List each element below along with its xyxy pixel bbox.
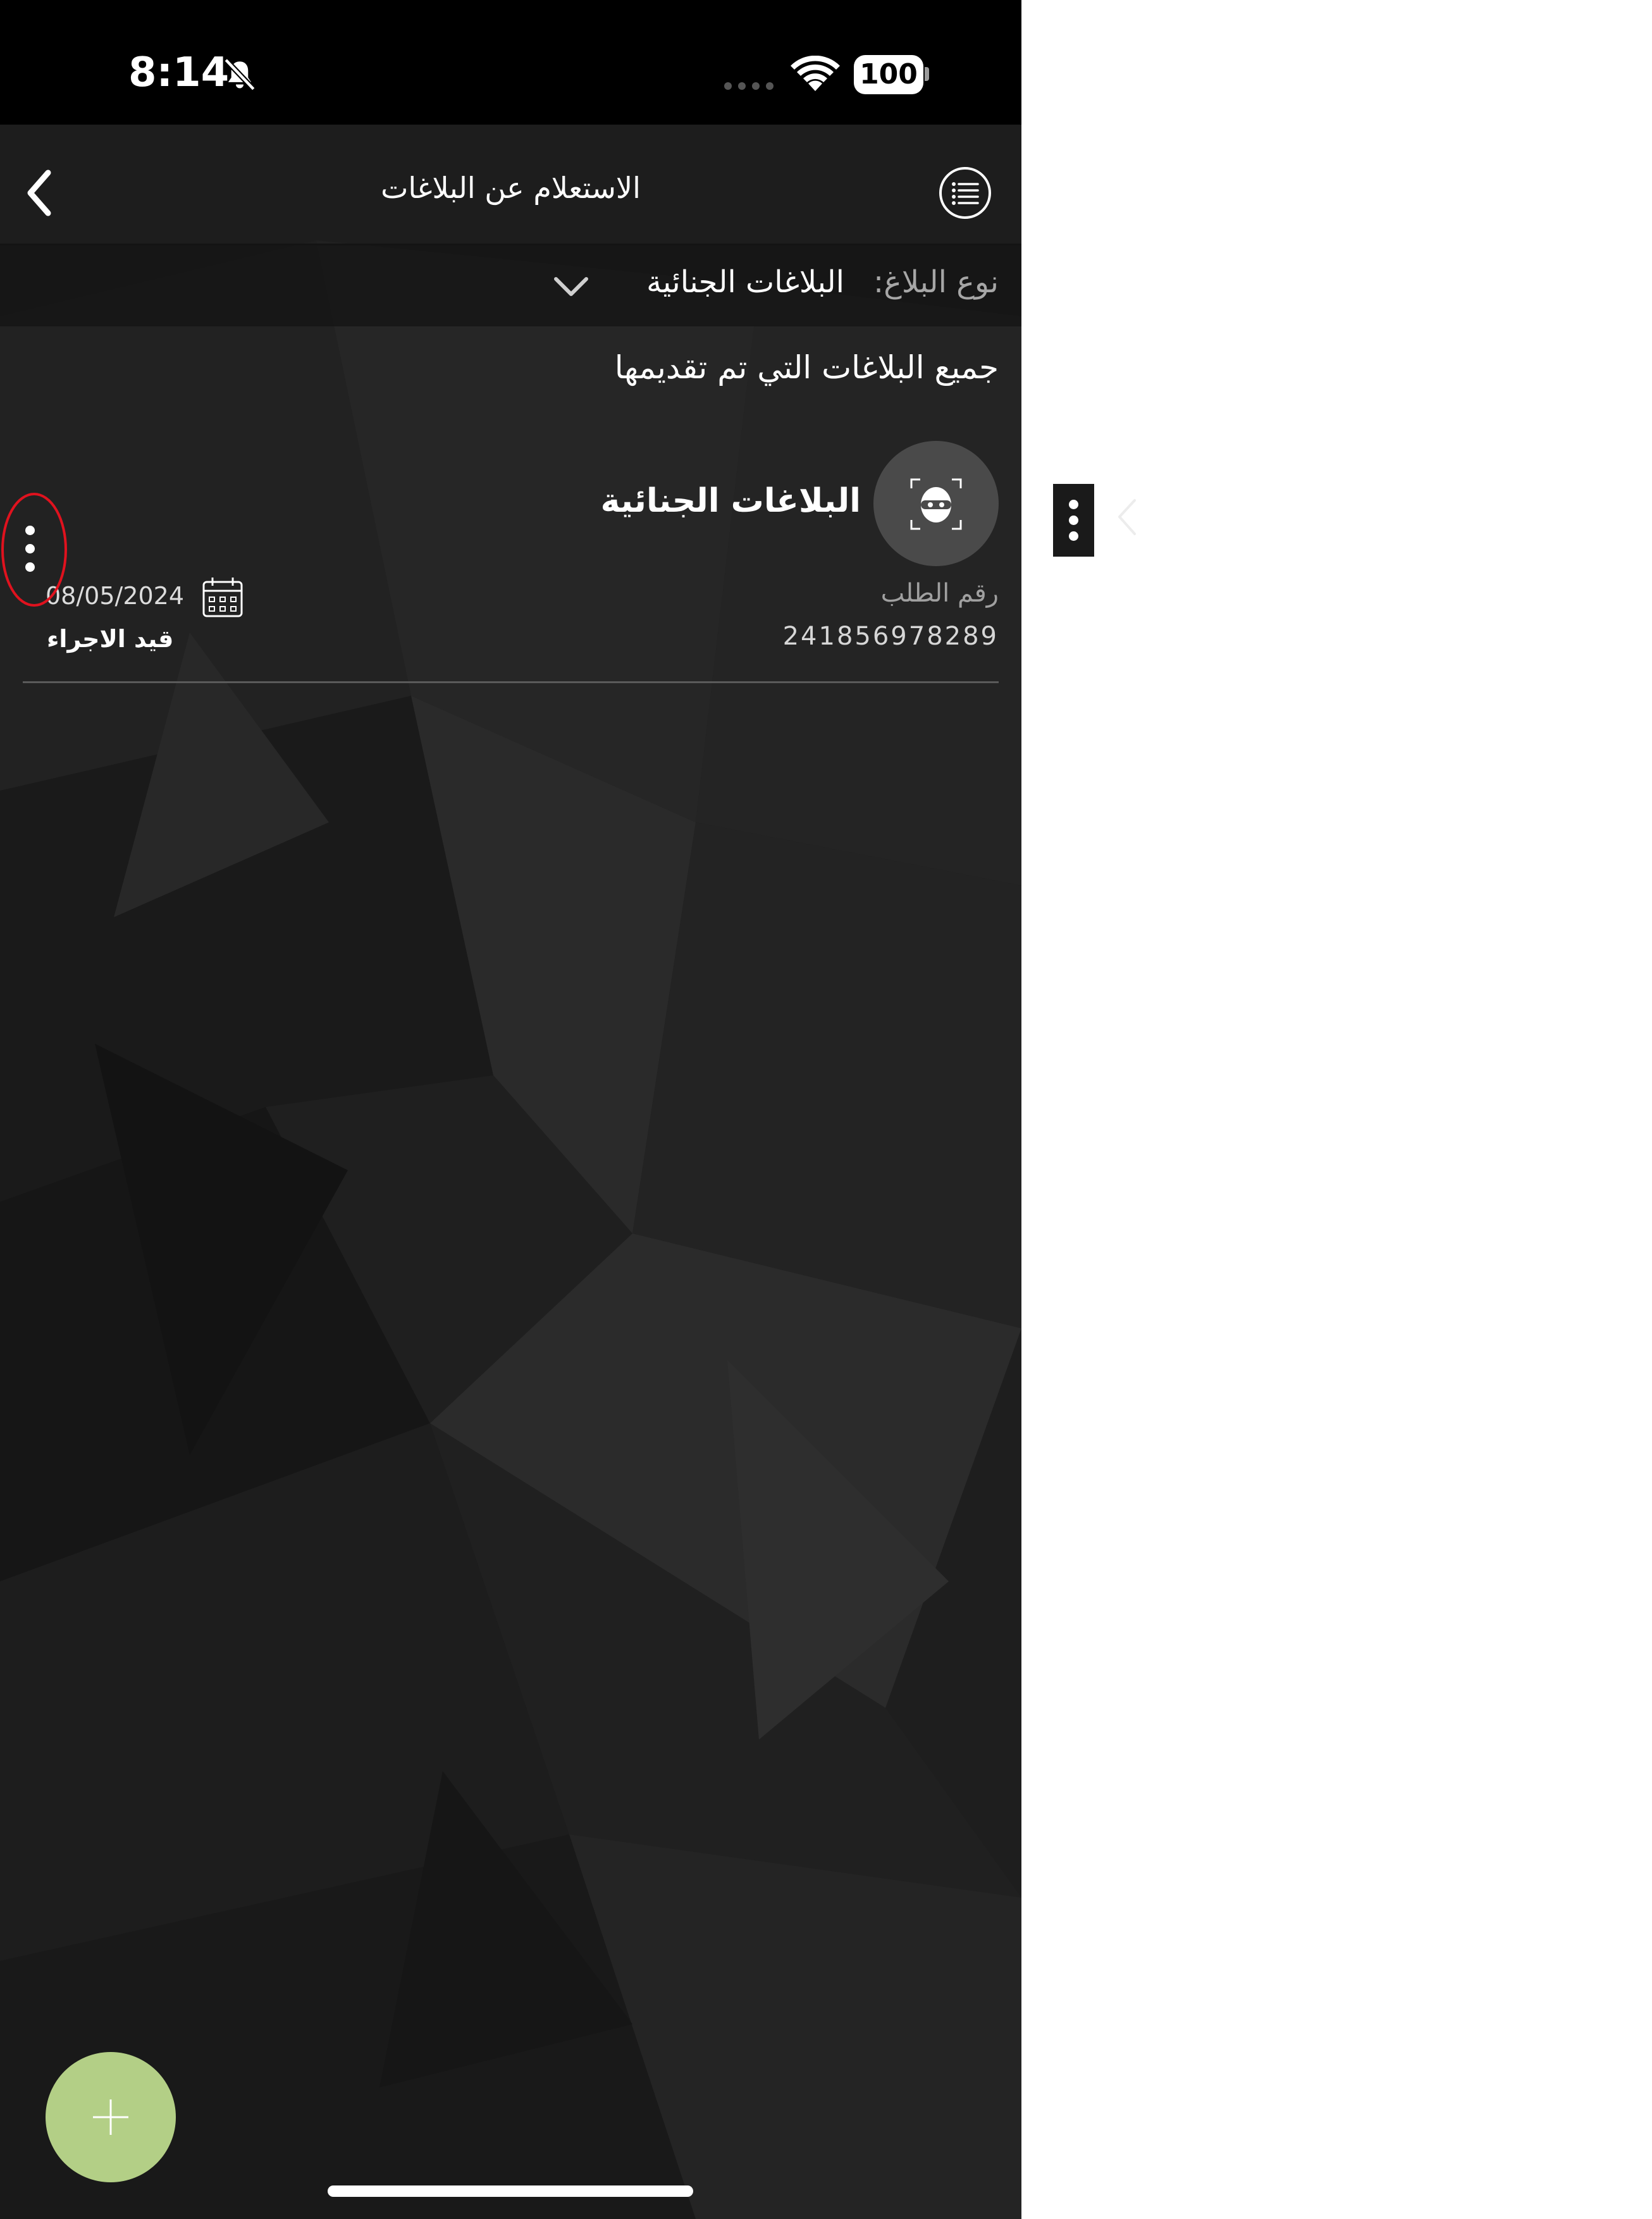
page-title: الاستعلام عن البلاغات (381, 171, 641, 205)
battery-nub (925, 67, 929, 81)
report-title: البلاغات الجنائية (600, 482, 861, 520)
report-status: قيد الاجراء (47, 625, 174, 653)
more-dot (1069, 531, 1078, 541)
chevron-down-icon[interactable] (552, 274, 590, 299)
bell-muted-icon (224, 58, 256, 91)
report-type-selected[interactable]: البلاغات الجنائية (646, 264, 844, 300)
report-more-options-button[interactable] (0, 491, 68, 609)
wifi-icon (791, 56, 840, 91)
request-number-label: رقم الطلب (880, 579, 999, 608)
section-heading: جميع البلاغات التي تم تقديمها (614, 349, 999, 386)
more-dot (25, 526, 35, 535)
status-bar: 8:14 100 (0, 0, 1021, 125)
masked-criminal-icon (910, 478, 962, 530)
home-indicator[interactable] (328, 2185, 693, 2197)
more-dot (25, 562, 35, 572)
side-more-options-icon[interactable] (1053, 484, 1094, 557)
chevron-left-faint-icon (1118, 499, 1136, 535)
more-dot (1069, 500, 1078, 509)
cellular-signal-icon (724, 82, 774, 90)
report-type-filter[interactable] (0, 245, 1021, 326)
chevron-left-icon[interactable] (24, 168, 56, 218)
phone-screen: 8:14 100 الاستعلام عن البلاغات نوع البلا… (0, 0, 1021, 2219)
polygon-background (0, 0, 1021, 2219)
more-dot (1069, 516, 1078, 525)
request-number-value: 241856978289 (782, 622, 999, 651)
list-circle-icon[interactable] (938, 166, 992, 220)
calendar-icon (202, 578, 243, 617)
report-type-label: نوع البلاغ: (873, 264, 999, 300)
more-dot (25, 544, 35, 553)
status-time: 8:14 (128, 49, 230, 96)
battery-indicator: 100 (854, 55, 923, 94)
plus-icon (93, 2099, 128, 2135)
